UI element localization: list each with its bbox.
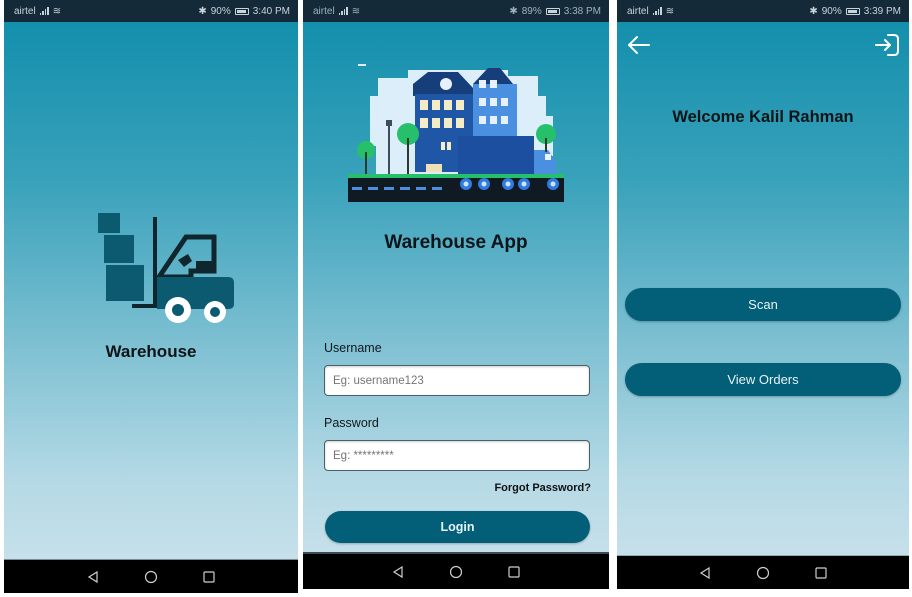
- carrier-label: airtel: [627, 5, 649, 17]
- back-triangle-icon[interactable]: [86, 570, 100, 584]
- splash-content: [4, 22, 298, 560]
- battery-icon: [845, 7, 860, 15]
- warehouse-street-illustration: [348, 64, 564, 202]
- wifi-icon: ≋: [665, 5, 675, 17]
- logout-icon[interactable]: [874, 32, 900, 58]
- scan-button[interactable]: Scan: [625, 288, 901, 321]
- home-circle-icon[interactable]: [144, 570, 158, 584]
- back-triangle-icon[interactable]: [391, 565, 405, 579]
- splash-screen: airtel ≋ ✱ 90% 3:40 PM Warehouse: [4, 0, 298, 593]
- app-name: Warehouse: [105, 342, 197, 361]
- bluetooth-icon: ✱: [198, 5, 207, 17]
- recents-square-icon[interactable]: [814, 566, 828, 580]
- home-screen: airtel ≋ ✱ 90% 3:39 PM Welcome Kalil Rah…: [617, 0, 909, 589]
- recents-square-icon[interactable]: [202, 570, 216, 584]
- username-input[interactable]: [324, 365, 590, 396]
- battery-percent: 89%: [521, 5, 542, 17]
- bluetooth-icon: ✱: [809, 5, 818, 17]
- battery-percent: 90%: [821, 5, 842, 17]
- status-bar: airtel ≋ ✱ 90% 3:39 PM: [617, 0, 909, 22]
- wifi-icon: ≋: [52, 5, 62, 17]
- android-nav-bar: [303, 552, 609, 589]
- home-circle-icon[interactable]: [756, 566, 770, 580]
- view-orders-button[interactable]: View Orders: [625, 363, 901, 396]
- android-nav-bar: [4, 559, 298, 593]
- welcome-heading: Welcome Kalil Rahman: [672, 108, 854, 126]
- battery-percent: 90%: [210, 5, 231, 17]
- battery-icon: [545, 7, 560, 15]
- status-bar: airtel ≋ ✱ 90% 3:40 PM: [4, 0, 298, 22]
- bluetooth-icon: ✱: [509, 5, 518, 17]
- app-title: Warehouse App: [384, 232, 528, 253]
- signal-icon: [652, 7, 662, 15]
- login-screen: airtel ≋ ✱ 89% 3:38 PM Warehouse App Use…: [303, 0, 609, 589]
- login-button[interactable]: Login: [325, 511, 590, 543]
- wifi-icon: ≋: [351, 5, 361, 17]
- clock: 3:38 PM: [563, 5, 601, 17]
- password-input[interactable]: [324, 440, 590, 471]
- carrier-label: airtel: [313, 5, 335, 17]
- arrow-left-icon[interactable]: [626, 32, 652, 58]
- forklift-icon: [98, 213, 234, 323]
- clock: 3:40 PM: [252, 5, 290, 17]
- status-bar: airtel ≋ ✱ 89% 3:38 PM: [303, 0, 609, 22]
- battery-icon: [234, 7, 249, 15]
- home-circle-icon[interactable]: [449, 565, 463, 579]
- signal-icon: [39, 7, 49, 15]
- forgot-password-link[interactable]: Forgot Password?: [494, 482, 591, 494]
- clock: 3:39 PM: [863, 5, 901, 17]
- password-label: Password: [324, 416, 379, 430]
- carrier-label: airtel: [14, 5, 36, 17]
- recents-square-icon[interactable]: [507, 565, 521, 579]
- back-triangle-icon[interactable]: [698, 566, 712, 580]
- android-nav-bar: [617, 555, 909, 589]
- username-label: Username: [324, 341, 382, 355]
- signal-icon: [338, 7, 348, 15]
